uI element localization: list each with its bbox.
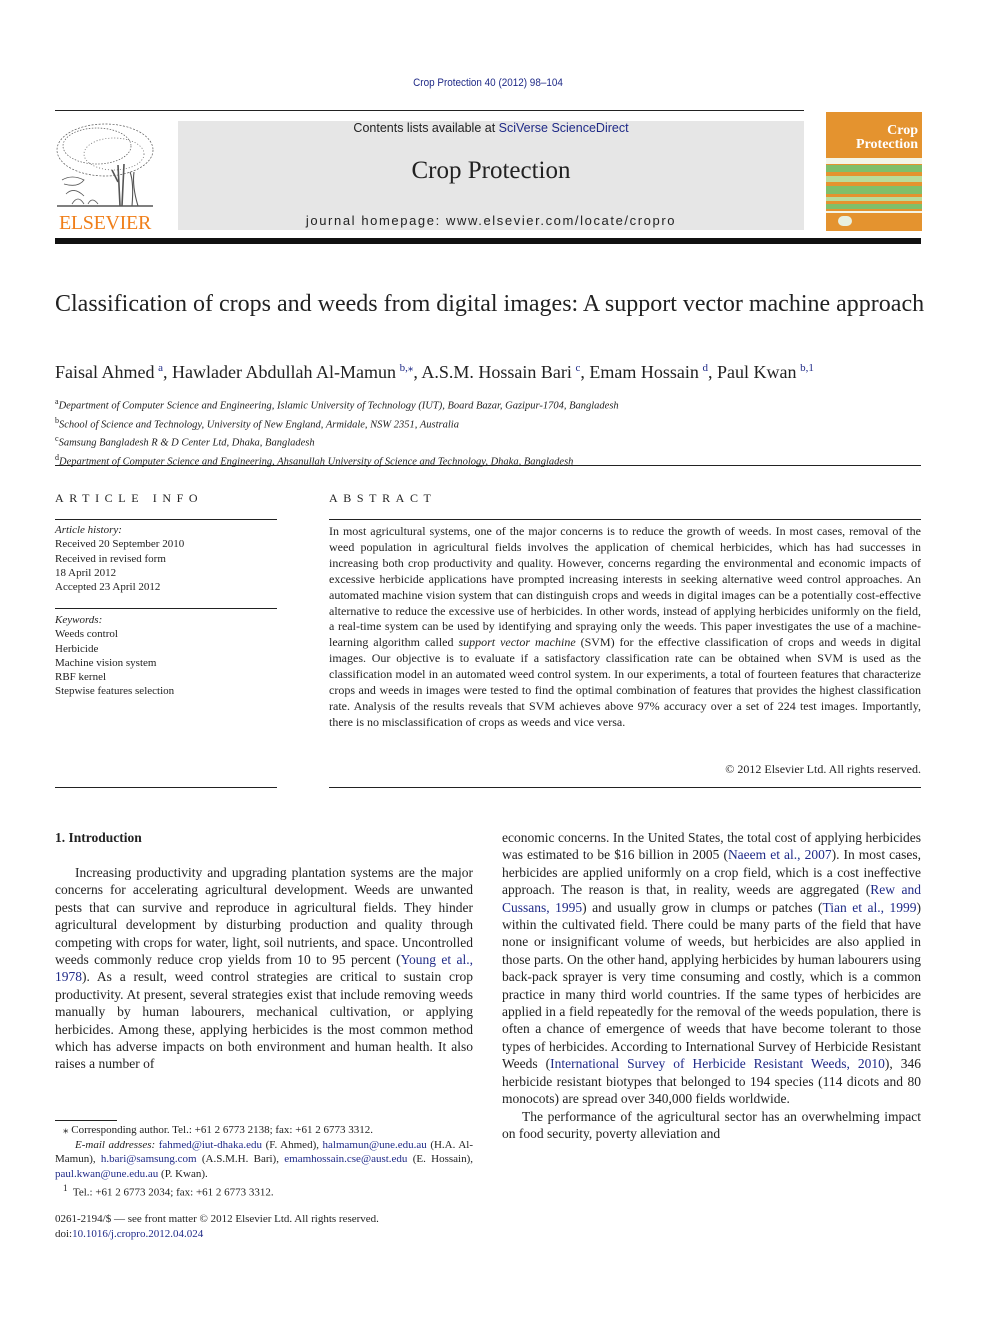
divider [329, 787, 921, 788]
body-column-right: economic concerns. In the United States,… [502, 829, 921, 1142]
history-item: 18 April 2012 [55, 566, 117, 579]
email-link[interactable]: h.bari@samsung.com [101, 1153, 197, 1165]
journal-title: Crop Protection [411, 157, 571, 184]
contents-prefix: Contents lists available at [353, 121, 499, 135]
citation-link[interactable]: Naeem et al., 2007 [728, 847, 832, 862]
body-column-left: Increasing productivity and upgrading pl… [55, 864, 473, 1073]
history-item: Received 20 September 2010 [55, 538, 185, 551]
section-heading-introduction: 1. Introduction [55, 830, 142, 845]
footnote-divider [55, 1120, 117, 1121]
citation-link[interactable]: Tian et al., 1999 [823, 900, 917, 915]
doi-link[interactable]: 10.1016/j.cropro.2012.04.024 [72, 1228, 203, 1240]
cover-title-line1: Crop [887, 123, 918, 138]
front-matter: 0261-2194/$ — see front matter © 2012 El… [55, 1212, 485, 1241]
keyword: RBF kernel [55, 671, 107, 684]
homepage-url[interactable]: www.elsevier.com/locate/cropro [446, 213, 676, 228]
email-link[interactable]: fahmed@iut-dhaka.edu [159, 1139, 262, 1151]
keyword: Machine vision system [55, 656, 157, 669]
cover-title-line2: Protection [856, 137, 918, 152]
journal-homepage: journal homepage: www.elsevier.com/locat… [178, 213, 804, 228]
history-label: Article history: [55, 524, 122, 536]
email-link[interactable]: halmamun@une.edu.au [323, 1139, 427, 1151]
corresponding-author-note: ⁎ Corresponding author. Tel.: +61 2 6773… [63, 1124, 373, 1136]
article-info-heading: ARTICLE INFO [55, 491, 204, 505]
elsevier-wordmark: ELSEVIER [58, 212, 152, 234]
author-list: Faisal Ahmed a, Hawlader Abdullah Al-Mam… [55, 362, 814, 382]
cover-stripe [826, 158, 922, 164]
doi-line: doi:10.1016/j.cropro.2012.04.024 [55, 1227, 204, 1240]
affiliation: dDepartment of Computer Science and Engi… [55, 452, 574, 468]
email-addresses: E-mail addresses: fahmed@iut-dhaka.edu (… [55, 1138, 473, 1180]
footnotes: ⁎ Corresponding author. Tel.: +61 2 6773… [55, 1123, 473, 1201]
history-item: Received in revised form [55, 552, 166, 565]
author[interactable]: A.S.M. Hossain Bari c [421, 362, 580, 382]
keyword: Stepwise features selection [55, 685, 175, 698]
divider [55, 465, 921, 466]
affiliation: bSchool of Science and Technology, Unive… [55, 415, 459, 431]
cover-stripe [826, 204, 922, 209]
keyword: Herbicide [55, 642, 99, 655]
email-link[interactable]: emamhossain.cse@aust.edu [284, 1153, 407, 1165]
contents-line: Contents lists available at SciVerse Sci… [178, 121, 804, 135]
issn-line: 0261-2194/$ — see front matter © 2012 El… [55, 1213, 379, 1225]
journal-cover-thumbnail[interactable]: Crop Protection [826, 112, 922, 231]
cover-stripe [826, 165, 922, 172]
keywords: Keywords: Weeds control Herbicide Machin… [55, 613, 277, 699]
cover-stripe [826, 176, 922, 182]
sciencedirect-link[interactable]: SciVerse ScienceDirect [499, 121, 629, 135]
paragraph: The performance of the agricultural sect… [502, 1108, 921, 1141]
article-title: Classification of crops and weeds from d… [55, 291, 925, 317]
divider [329, 519, 921, 520]
keywords-label: Keywords: [55, 614, 103, 626]
author[interactable]: Hawlader Abdullah Al-Mamun b,⁎ [172, 362, 413, 382]
affiliations: aDepartment of Computer Science and Engi… [55, 395, 925, 469]
divider [55, 519, 277, 520]
cover-title: Crop Protection [826, 124, 918, 152]
divider [55, 608, 277, 609]
author[interactable]: Paul Kwan b,1 [717, 362, 814, 382]
affiliation: aDepartment of Computer Science and Engi… [55, 397, 619, 412]
author[interactable]: Faisal Ahmed a [55, 362, 163, 382]
citation-link[interactable]: International Survey of Herbicide Resist… [550, 1056, 885, 1071]
cover-stripe [826, 211, 922, 213]
cover-stripe [826, 186, 922, 194]
article-history: Article history: Received 20 September 2… [55, 523, 277, 594]
paragraph: Increasing productivity and upgrading pl… [55, 865, 473, 1072]
email-link[interactable]: paul.kwan@une.edu.au [55, 1168, 158, 1180]
footnote-1: 1 Tel.: +61 2 6773 2034; fax: +61 2 6773… [63, 1183, 274, 1200]
abstract-copyright: © 2012 Elsevier Ltd. All rights reserved… [725, 762, 921, 776]
keyword: Weeds control [55, 628, 118, 641]
header-divider [55, 238, 921, 244]
cover-stripe [826, 197, 922, 201]
abstract-text: In most agricultural systems, one of the… [329, 524, 922, 729]
cover-emblem-icon [838, 216, 852, 226]
journal-citation[interactable]: Crop Protection 40 (2012) 98–104 [49, 77, 927, 89]
abstract-heading: ABSTRACT [329, 491, 437, 505]
author[interactable]: Emam Hossain d [589, 362, 708, 382]
homepage-label: journal homepage: [305, 213, 447, 228]
divider [55, 110, 804, 111]
paragraph: economic concerns. In the United States,… [502, 830, 921, 1107]
affiliation: cSamsung Bangladesh R & D Center Ltd, Dh… [55, 434, 315, 449]
history-item: Accepted 23 April 2012 [55, 581, 161, 594]
divider [55, 787, 277, 788]
